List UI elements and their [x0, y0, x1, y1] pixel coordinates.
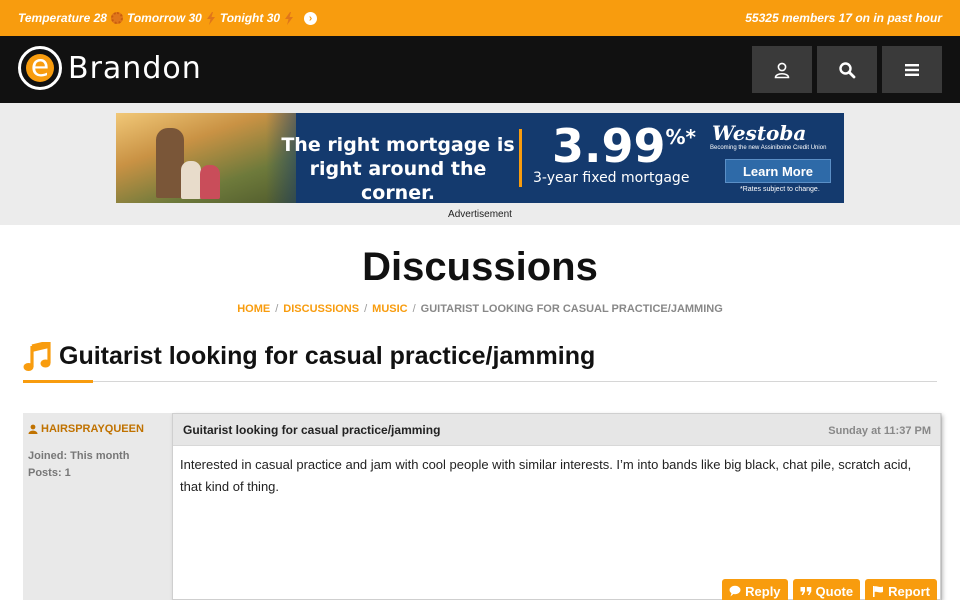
- logo-letter: e: [30, 49, 50, 84]
- menu-button[interactable]: [882, 46, 942, 93]
- ad-divider: [519, 129, 522, 187]
- weather-strip[interactable]: Temperature 28 Tomorrow 30 Tonight 30 ›: [18, 11, 318, 25]
- breadcrumb-discussions[interactable]: DISCUSSIONS: [283, 303, 359, 315]
- breadcrumb-current: GUITARIST LOOKING FOR CASUAL PRACTICE/JA…: [420, 303, 723, 315]
- quote-icon: [800, 587, 811, 595]
- ad-fine-print: *Rates subject to change.: [740, 186, 820, 193]
- top-info-bar: Temperature 28 Tomorrow 30 Tonight 30 › …: [0, 0, 960, 36]
- title-accent: [23, 380, 93, 383]
- post-timestamp: Sunday at 11:37 PM: [828, 425, 931, 437]
- lightning-icon: [285, 11, 294, 25]
- post-text: Interested in casual practice and jam wi…: [180, 457, 912, 494]
- tomorrow-label: Tomorrow 30: [126, 11, 202, 25]
- report-button[interactable]: Report: [865, 579, 937, 600]
- speech-bubble-icon: [729, 585, 741, 597]
- logo-mark: e: [18, 46, 62, 90]
- ad-learn-more-button[interactable]: Learn More: [725, 159, 831, 183]
- search-button[interactable]: [817, 46, 877, 93]
- brand-name: Brandon: [68, 50, 202, 86]
- page-title: Discussions: [362, 245, 598, 289]
- user-icon: [774, 62, 790, 78]
- ad-subline: 3-year fixed mortgage: [533, 170, 690, 186]
- breadcrumb-home[interactable]: HOME: [237, 303, 270, 315]
- ad-rate: 3.99%*: [552, 119, 696, 173]
- sun-icon: [110, 12, 123, 24]
- post-header: Guitarist looking for casual practice/ja…: [173, 414, 940, 446]
- site-header: e Brandon: [0, 36, 960, 103]
- menu-icon: [905, 63, 919, 76]
- ad-headline: The right mortgage is right around the c…: [281, 134, 515, 203]
- ad-caption: Advertisement: [448, 209, 512, 220]
- report-label: Report: [888, 583, 930, 599]
- reply-button[interactable]: Reply: [722, 579, 788, 600]
- site-logo[interactable]: e Brandon: [18, 46, 202, 90]
- reply-label: Reply: [745, 583, 781, 599]
- author-name: HAIRSPRAYQUEEN: [41, 423, 144, 435]
- user-icon: [28, 424, 38, 434]
- tonight-label: Tonight 30: [219, 11, 281, 25]
- temperature-label: Temperature 28: [18, 11, 107, 25]
- ad-banner[interactable]: The right mortgage is right around the c…: [116, 113, 844, 203]
- post-content: Guitarist looking for casual practice/ja…: [172, 413, 941, 600]
- ad-area: The right mortgage is right around the c…: [0, 103, 960, 225]
- ad-bank-logo: Westoba: [712, 121, 807, 145]
- thread-title: Guitarist looking for casual practice/ja…: [59, 342, 596, 370]
- quote-label: Quote: [815, 583, 854, 599]
- post-actions: Reply Quote Report: [722, 579, 937, 600]
- author-posts: Posts: 1: [28, 467, 71, 479]
- post-author-panel: HAIRSPRAYQUEEN Joined: This month Posts:…: [28, 423, 168, 482]
- search-icon: [839, 61, 856, 78]
- thread-header: Guitarist looking for casual practice/ja…: [23, 340, 937, 383]
- post: HAIRSPRAYQUEEN Joined: This month Posts:…: [23, 413, 942, 600]
- quote-button[interactable]: Quote: [792, 579, 861, 600]
- members-count: 55325 members 17 on in past hour: [745, 11, 942, 25]
- breadcrumb-music[interactable]: MUSIC: [372, 303, 407, 315]
- chevron-right-icon[interactable]: ›: [304, 11, 318, 25]
- music-note-icon: [23, 342, 51, 371]
- flag-icon: [873, 586, 884, 597]
- ad-bank-tagline: Becoming the new Assiniboine Credit Unio…: [710, 145, 827, 151]
- account-button[interactable]: [752, 46, 812, 93]
- breadcrumb: HOME / DISCUSSIONS / MUSIC / GUITARIST LOOKING…: [237, 303, 723, 315]
- author-joined: Joined: This month: [28, 450, 130, 462]
- lightning-icon: [206, 11, 215, 25]
- post-subject: Guitarist looking for casual practice/ja…: [183, 423, 441, 437]
- author-link[interactable]: HAIRSPRAYQUEEN: [28, 423, 168, 435]
